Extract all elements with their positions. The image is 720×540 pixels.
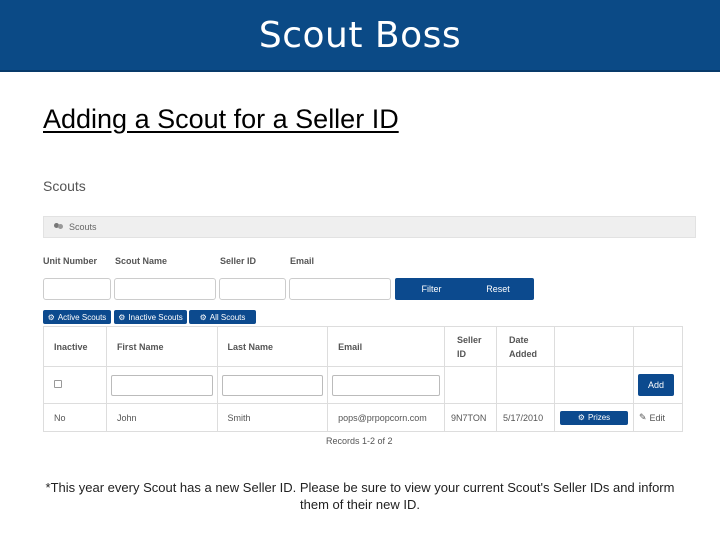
column-header-edit (632, 326, 684, 367)
new-inactive-cell (43, 366, 107, 404)
tab-all-scouts[interactable]: ⚙ All Scouts (189, 310, 256, 324)
prizes-label: Prizes (587, 413, 611, 422)
tab-label: Inactive Scouts (128, 312, 183, 322)
page-title: Scouts (43, 178, 86, 194)
reset-button[interactable]: Reset (462, 278, 534, 300)
cell-email: pops@prpopcorn.com (327, 403, 446, 432)
slide-footnote: *This year every Scout has a new Seller … (45, 480, 675, 512)
edit-link[interactable]: ✎ Edit (639, 412, 665, 423)
prizes-button[interactable]: ⚙ Prizes (559, 410, 628, 425)
new-add-cell: Add (632, 366, 684, 404)
gear-icon: ⚙ (47, 312, 55, 322)
new-first-name-cell (105, 366, 218, 404)
new-date-added-cell (496, 366, 555, 404)
column-header-last-name: Last Name (216, 326, 329, 367)
cell-first-name: John (105, 403, 218, 432)
cell-seller-id: 9N7TON (444, 403, 498, 432)
panel-header: Scouts (43, 216, 696, 238)
pencil-icon: ✎ (638, 412, 647, 422)
tab-label: Active Scouts (57, 312, 107, 322)
header-line: ID (457, 348, 467, 359)
records-count: Records 1-2 of 2 (326, 436, 393, 446)
new-email-cell (327, 366, 446, 404)
table-header-row: Inactive First Name Last Name Email Sell… (43, 326, 684, 367)
slide-subtitle: Adding a Scout for a Seller ID (43, 104, 399, 134)
tab-active-scouts[interactable]: ⚙ Active Scouts (43, 310, 111, 324)
panel-label: Scouts (69, 222, 97, 232)
header-line: Seller (457, 334, 482, 345)
email-input[interactable] (289, 278, 391, 300)
inactive-checkbox[interactable] (54, 380, 62, 388)
tab-label: All Scouts (209, 312, 246, 322)
edit-label: Edit (649, 412, 666, 423)
slide-title: Scout Boss (258, 14, 462, 56)
scout-name-input[interactable] (114, 278, 216, 300)
filter-button[interactable]: Filter (395, 278, 468, 300)
seller-id-label: Seller ID (220, 256, 257, 266)
seller-id-input[interactable] (219, 278, 286, 300)
new-seller-id-cell (444, 366, 498, 404)
column-header-actions (553, 326, 634, 367)
cell-edit: ✎ Edit (632, 403, 684, 432)
scouts-screenshot: Scouts Scouts Unit Number Scout Name Sel… (43, 170, 696, 450)
cell-inactive: No (43, 403, 107, 432)
last-name-input[interactable] (221, 374, 324, 396)
users-icon (54, 223, 65, 231)
email-row-input[interactable] (332, 374, 441, 396)
column-header-date-added: Date Added (496, 326, 555, 367)
cell-prizes: ⚙ Prizes (553, 403, 634, 432)
column-header-seller-id: Seller ID (444, 326, 498, 367)
tab-inactive-scouts[interactable]: ⚙ Inactive Scouts (114, 310, 187, 324)
new-last-name-cell (216, 366, 329, 404)
scout-name-label: Scout Name (115, 256, 168, 266)
new-actions-cell (553, 366, 634, 404)
new-scout-row: Add (43, 366, 684, 404)
cell-last-name: Smith (216, 403, 329, 432)
add-button[interactable]: Add (637, 374, 674, 396)
header-line: Added (509, 348, 538, 359)
first-name-input[interactable] (110, 374, 213, 396)
table-row: No John Smith pops@prpopcorn.com 9N7TON … (43, 403, 684, 432)
slide-title-bar: Scout Boss (0, 0, 720, 72)
gear-icon: ⚙ (577, 413, 585, 422)
gear-icon: ⚙ (199, 312, 207, 322)
unit-number-label: Unit Number (43, 256, 97, 266)
cell-date-added: 5/17/2010 (496, 403, 555, 432)
column-header-email: Email (327, 326, 446, 367)
column-header-inactive: Inactive (43, 326, 107, 367)
column-header-first-name: First Name (105, 326, 218, 367)
email-label: Email (290, 256, 315, 266)
scouts-table: Inactive First Name Last Name Email Sell… (43, 326, 684, 432)
gear-icon: ⚙ (118, 312, 126, 322)
unit-number-input[interactable] (43, 278, 111, 300)
header-line: Date (509, 334, 529, 345)
